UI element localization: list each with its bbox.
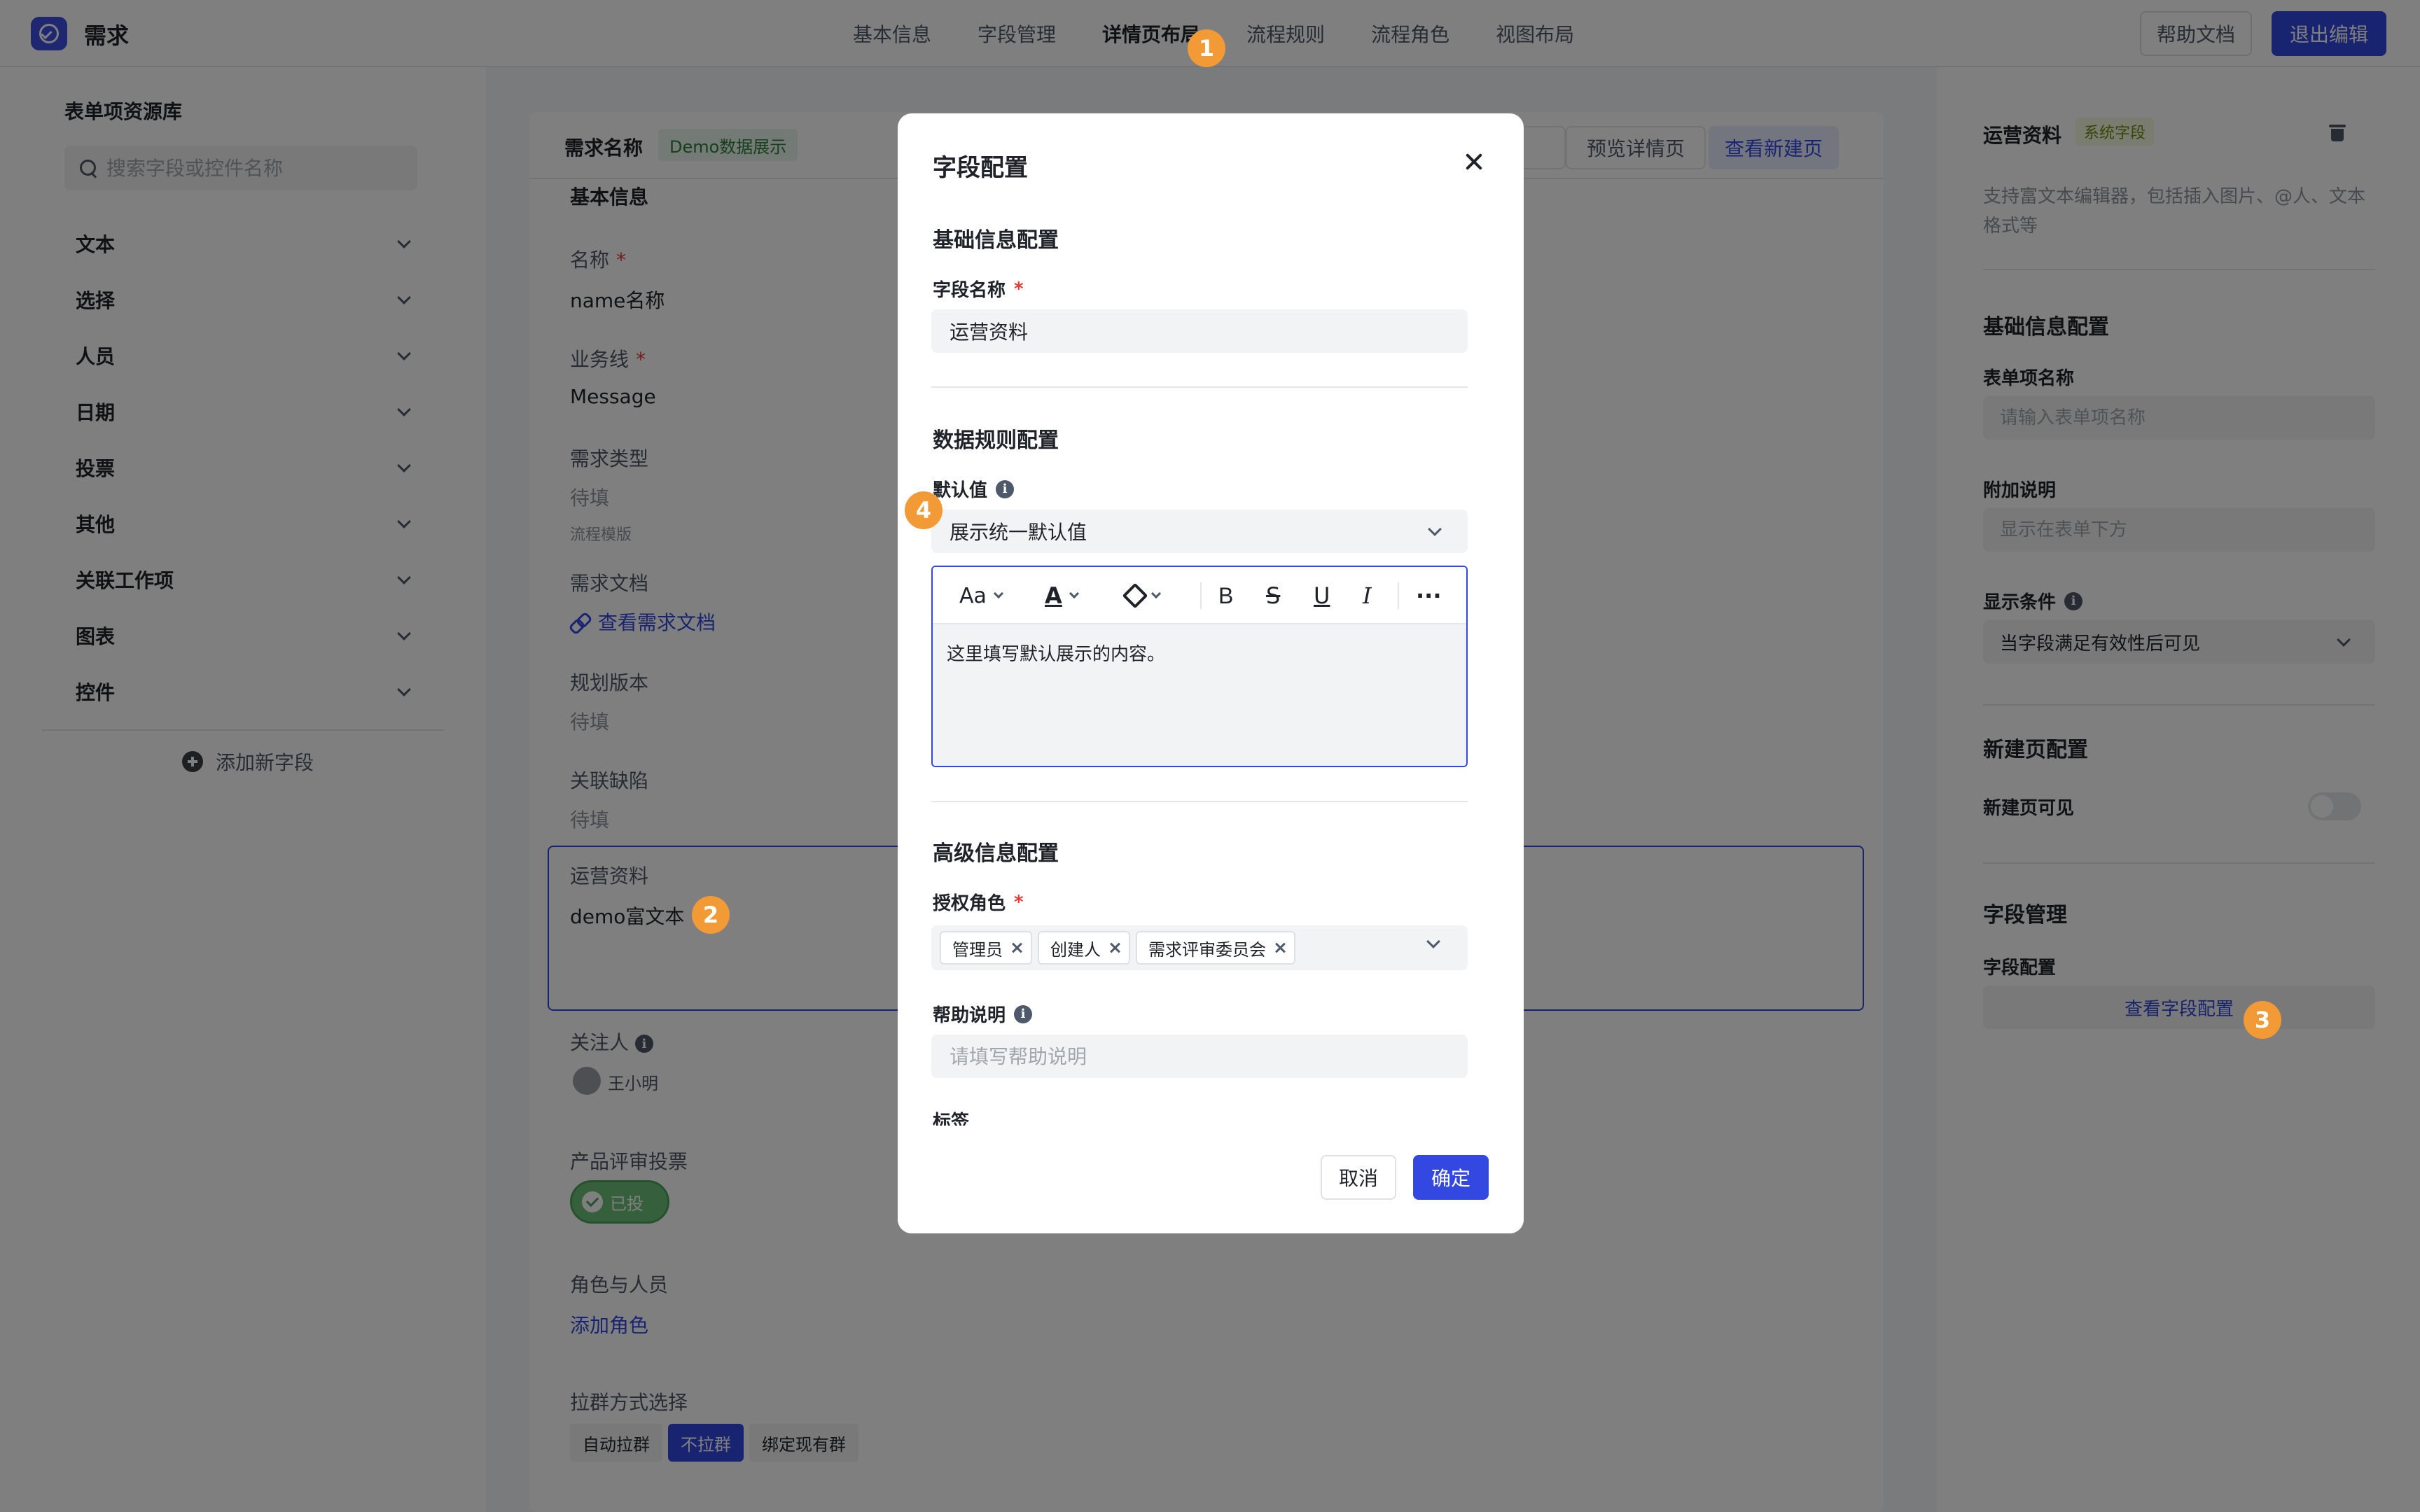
divider [931,801,1468,802]
divider [931,386,1468,388]
underline-tool[interactable]: U [1314,580,1330,612]
authorized-roles-select[interactable]: 管理员 创建人 需求评审委员会 [931,925,1468,970]
field-name-label: 字段名称 * [933,278,1024,302]
authorized-roles-label: 授权角色 * [933,891,1024,915]
advanced-section-title: 高级信息配置 [933,841,1059,866]
italic-tool[interactable]: I [1363,580,1372,612]
field-config-modal: 字段配置 基础信息配置 字段名称* 数据规则配置 默认值i 展示统一默认值 Aa… [898,113,1524,1233]
chevron-down-icon [993,588,1003,599]
info-icon: i [1014,1004,1033,1023]
remove-icon[interactable] [1109,942,1120,953]
editor-content[interactable]: 这里填写默认展示的内容。 [933,624,1466,766]
callout-badge-1: 1 [1188,29,1225,67]
toolbar-divider [1200,582,1202,609]
info-icon: i [996,479,1015,498]
strikethrough-tool[interactable]: S [1266,580,1280,612]
chevron-down-icon [1150,588,1162,599]
default-value-label: 默认值 i [933,476,1015,502]
toolbar-divider [1398,582,1399,609]
chevron-down-icon [1426,934,1440,948]
font-size-icon: Aa [959,583,987,608]
chevron-down-icon [1069,588,1079,599]
help-text-input[interactable] [931,1035,1468,1078]
font-color-tool[interactable]: A [1045,580,1079,612]
fill-color-tool[interactable] [1122,580,1162,612]
chevron-down-icon [1428,522,1442,536]
rich-text-editor: Aa A B S U I ··· 这里填写默认展示的内容。 [931,566,1468,767]
remove-icon[interactable] [1274,942,1286,953]
more-tool[interactable]: ··· [1416,580,1441,612]
default-value-select[interactable]: 展示统一默认值 [931,510,1468,553]
role-chip: 创建人 [1038,931,1130,965]
confirm-button[interactable]: 确定 [1413,1155,1489,1200]
modal-title: 字段配置 [933,154,1028,182]
data-rules-section-title: 数据规则配置 [933,428,1059,453]
basic-config-section-title: 基础信息配置 [933,228,1059,253]
editor-toolbar: Aa A B S U I ··· [933,567,1466,624]
callout-badge-3: 3 [2244,1001,2281,1039]
help-text-label: 帮助说明 i [933,1001,1033,1027]
bold-tool[interactable]: B [1218,580,1233,612]
callout-badge-2: 2 [692,896,730,934]
remove-icon[interactable] [1011,942,1022,953]
field-name-input[interactable] [931,309,1468,353]
callout-badge-4: 4 [905,491,943,529]
tags-label-partial: 标签 [933,1112,970,1126]
cancel-button[interactable]: 取消 [1321,1155,1396,1200]
font-color-icon: A [1045,582,1062,609]
role-chip: 需求评审委员会 [1136,931,1295,965]
close-icon[interactable] [1462,150,1486,174]
role-chip: 管理员 [940,931,1032,965]
font-size-tool[interactable]: Aa [959,580,1003,612]
modal-footer: 取消 确定 [898,1135,1524,1233]
fill-color-icon [1122,582,1148,609]
